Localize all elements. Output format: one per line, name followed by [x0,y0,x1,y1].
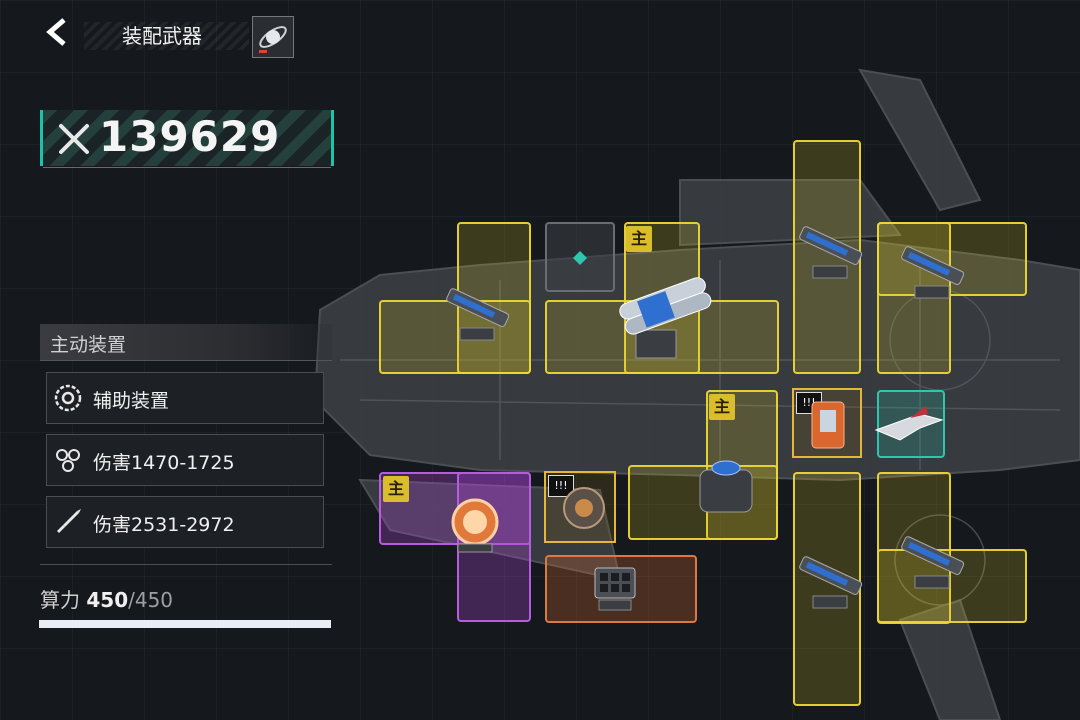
missile-launcher-icon [594,567,636,611]
top-bar: 装配武器 [0,8,300,58]
main-badge: 主 [383,476,409,502]
drone-damage-item[interactable]: 伤害1470-1725 [46,434,324,486]
active-device-panel: 主动装置 辅助装置 伤害1470-1725 伤害2531-2972 [40,324,332,565]
rail-cannon-icon [446,288,510,341]
combat-power-display: 139629 [40,110,334,168]
compute-current: 450 [86,588,129,612]
rail-cannon-icon [901,536,965,589]
rail-cannon-icon [901,246,965,299]
fighter-ship-icon [874,406,944,441]
planet-rocket-icon [259,26,287,53]
combat-power-value: 139629 [99,112,281,161]
auxiliary-device-label: 辅助装置 [93,390,170,412]
panel-header: 主动装置 [40,324,332,361]
compute-power-readout: 算力 450/450 [40,584,173,613]
missile-icon [57,509,81,533]
panel-divider [40,564,332,565]
missile-damage-item[interactable]: 伤害2531-2972 [46,496,324,548]
missile-damage-label: 伤害2531-2972 [93,514,235,536]
reactor-module-icon [563,487,605,529]
energy-core-icon [451,498,499,553]
compute-power-bar [39,620,331,628]
chevron-left-icon[interactable] [40,14,76,50]
page-title: 装配武器 [122,24,202,48]
diamond-marker-icon [573,251,587,265]
compute-power-fill [39,620,331,628]
orange-canister-icon [811,401,845,449]
shield-generator-icon [699,460,753,513]
rail-cannon-icon [799,556,863,609]
crossed-swords-icon [59,124,89,154]
main-turret-icon [619,277,712,359]
compute-label: 算力 [40,588,80,612]
rail-cannon-icon [799,226,863,279]
compute-max: /450 [128,588,174,612]
drone-swarm-icon [56,449,80,472]
main-badge: 主 [709,394,735,420]
panel-title: 主动装置 [50,334,127,356]
gear-target-icon [54,384,82,412]
planet-button[interactable] [252,16,294,58]
drone-damage-label: 伤害1470-1725 [93,452,235,474]
main-badge: 主 [626,226,652,252]
auxiliary-device-item[interactable]: 辅助装置 [46,372,324,424]
